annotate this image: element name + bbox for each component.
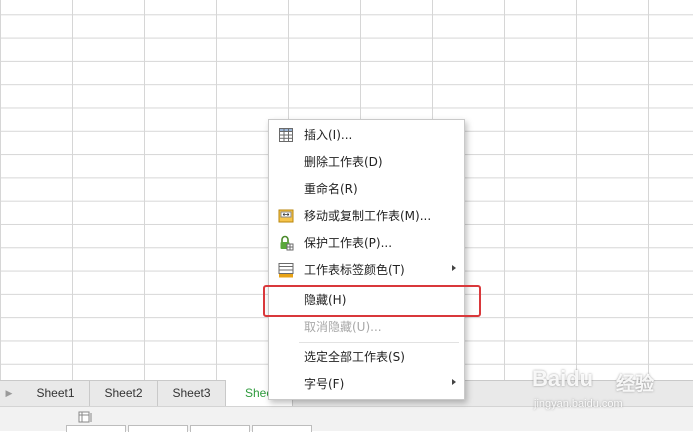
menu-item-font-size[interactable]: 字号(F) <box>269 371 464 397</box>
menu-item-unhide: 取消隐藏(U)... <box>269 314 464 340</box>
menu-item-insert[interactable]: 插入(I)... <box>269 122 464 148</box>
menu-label: 选定全部工作表(S) <box>304 350 405 364</box>
sheet-tab-2[interactable]: Sheet2 <box>90 381 158 406</box>
menu-item-move-copy[interactable]: 移动或复制工作表(M)... <box>269 203 464 229</box>
status-segment <box>252 425 312 432</box>
menu-label: 移动或复制工作表(M)... <box>304 209 432 223</box>
status-segment <box>190 425 250 432</box>
menu-label: 取消隐藏(U)... <box>304 320 382 334</box>
sheet-tab-1[interactable]: Sheet1 <box>22 381 90 406</box>
tab-scroll-arrow-icon[interactable]: ▶ <box>2 387 16 401</box>
sheet-tab-context-menu: 插入(I)... 删除工作表(D) 重命名(R) 移动或复制工作表(M)... … <box>268 119 465 400</box>
sheet-view-icon[interactable] <box>78 410 92 424</box>
tab-color-icon <box>278 263 294 278</box>
submenu-arrow-icon <box>452 265 456 271</box>
move-copy-icon <box>278 209 294 223</box>
menu-label: 保护工作表(P)... <box>304 236 393 250</box>
submenu-arrow-icon <box>452 379 456 385</box>
menu-label: 字号(F) <box>304 377 345 391</box>
watermark-url: jingyan.baidu.com <box>534 398 623 410</box>
menu-item-rename[interactable]: 重命名(R) <box>269 176 464 202</box>
lock-sheet-icon <box>280 235 294 251</box>
baidu-jingyan-watermark: Baidu 经验 jingyan.baidu.com <box>532 366 692 416</box>
status-segment <box>128 425 188 432</box>
table-insert-icon <box>279 128 293 142</box>
menu-separator <box>299 342 459 343</box>
menu-label: 重命名(R) <box>304 182 358 196</box>
sheet-tab-3[interactable]: Sheet3 <box>158 381 226 406</box>
menu-label: 工作表标签颜色(T) <box>304 263 405 277</box>
menu-item-select-all-sheets[interactable]: 选定全部工作表(S) <box>269 344 464 370</box>
menu-label: 插入(I)... <box>304 128 353 142</box>
watermark-brand: Baidu <box>532 366 594 391</box>
watermark-suffix: 经验 <box>616 373 655 395</box>
menu-item-delete-sheet[interactable]: 删除工作表(D) <box>269 149 464 175</box>
menu-label: 删除工作表(D) <box>304 155 383 169</box>
menu-item-tab-color[interactable]: 工作表标签颜色(T) <box>269 257 464 283</box>
menu-item-protect-sheet[interactable]: 保护工作表(P)... <box>269 230 464 256</box>
status-segment <box>66 425 126 432</box>
highlight-annotation-box <box>263 285 481 317</box>
